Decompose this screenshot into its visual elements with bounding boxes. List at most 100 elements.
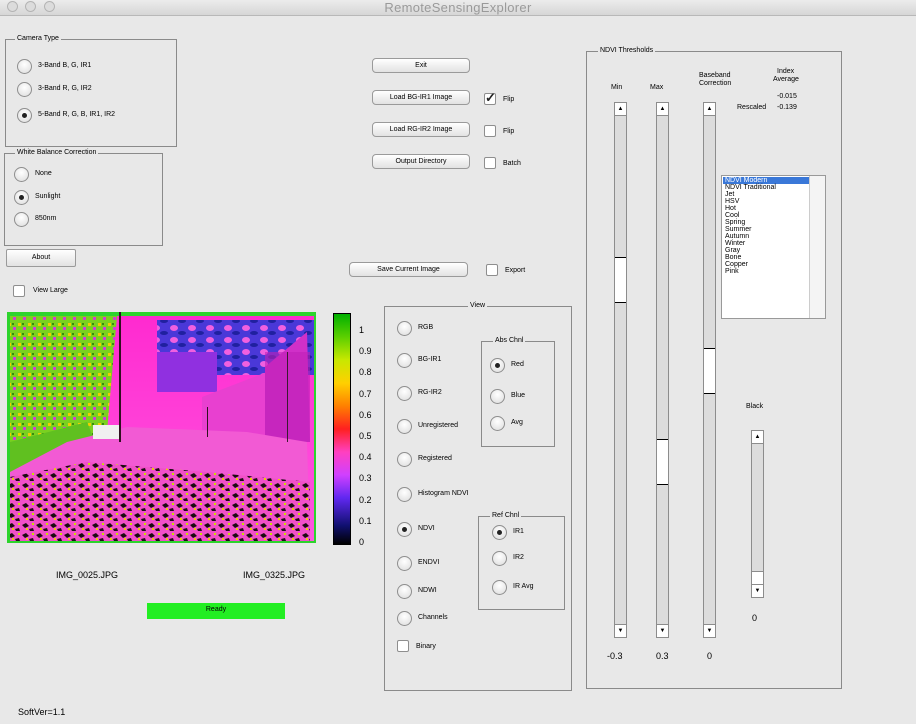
black-slider[interactable]: ▲ ▼ — [751, 430, 764, 598]
ndvi-image — [10, 312, 314, 541]
view-option-radio-7[interactable] — [397, 556, 412, 571]
rescaled-value: -0.139 — [777, 104, 797, 111]
colormap-item[interactable]: NDVI Traditional — [723, 184, 810, 191]
max-value: 0.3 — [656, 651, 669, 661]
colormap-item[interactable]: Cool — [723, 212, 810, 219]
colormap-item[interactable]: Autumn — [723, 233, 810, 240]
min-value: -0.3 — [607, 651, 623, 661]
view-option-label-8: NDWI — [418, 587, 437, 594]
about-button[interactable]: About — [6, 249, 76, 267]
white-balance-title: White Balance Correction — [15, 149, 99, 156]
right-image-filename: IMG_0325.JPG — [243, 570, 306, 580]
view-large-label: View Large — [33, 287, 68, 294]
wb-option-1-label: Sunlight — [35, 193, 61, 200]
baseband-slider-down-arrow[interactable]: ▼ — [704, 624, 715, 637]
view-option-radio-8[interactable] — [397, 584, 412, 599]
colormap-item[interactable]: NDVI Modern — [723, 177, 810, 184]
ref-chnl-title: Ref Chnl — [490, 512, 522, 519]
flip2-label: Flip — [503, 128, 515, 135]
min-slider-down-arrow[interactable]: ▼ — [615, 624, 626, 637]
baseband-slider-up-arrow[interactable]: ▲ — [704, 103, 715, 116]
colormap-item[interactable]: Winter — [723, 240, 810, 247]
colormap-item[interactable]: Bone — [723, 254, 810, 261]
view-option-label-1: BG-IR1 — [418, 356, 442, 363]
wb-option-0-radio[interactable] — [14, 167, 29, 182]
colorbar-tick-label: 0.5 — [359, 431, 372, 441]
black-slider-up-arrow[interactable]: ▲ — [752, 431, 763, 444]
view-option-radio-6[interactable] — [397, 522, 412, 537]
colormap-item[interactable]: Spring — [723, 219, 810, 226]
camera-option-1-label: 3-Band R, G, IR2 — [38, 85, 92, 92]
save-current-image-button[interactable]: Save Current Image — [349, 262, 468, 277]
export-label: Export — [505, 267, 526, 274]
ref-chnl-radio-0[interactable] — [492, 525, 507, 540]
abs-chnl-radio-2[interactable] — [490, 416, 505, 431]
camera-option-1-radio[interactable] — [17, 82, 32, 97]
software-version: SoftVer=1.1 — [18, 707, 66, 717]
load-bg-ir1-button[interactable]: Load BG-IR1 Image — [372, 90, 470, 105]
camera-option-2-radio[interactable] — [17, 108, 32, 123]
colorbar-tick-label: 0.7 — [359, 388, 372, 399]
camera-option-0-radio[interactable] — [17, 59, 32, 74]
max-label: Max — [650, 84, 664, 91]
min-slider[interactable]: ▲ ▼ — [614, 102, 627, 638]
load-rg-ir2-button[interactable]: Load RG-IR2 Image — [372, 122, 470, 137]
colormap-scrollbar[interactable] — [809, 176, 825, 318]
abs-chnl-radio-0[interactable] — [490, 358, 505, 373]
ref-chnl-label-2: IR Avg — [513, 583, 534, 590]
baseband-slider-thumb[interactable] — [704, 348, 715, 394]
colormap-item[interactable]: Jet — [723, 191, 810, 198]
colormap-item[interactable]: Hot — [723, 205, 810, 212]
view-option-label-3: Unregistered — [418, 422, 459, 429]
flip2-checkbox[interactable] — [484, 125, 496, 137]
view-option-radio-2[interactable] — [397, 386, 412, 401]
colormap-item[interactable]: Summer — [723, 226, 810, 233]
baseband-slider[interactable]: ▲ ▼ — [703, 102, 716, 638]
window-title: RemoteSensingExplorer — [384, 0, 532, 15]
max-slider-up-arrow[interactable]: ▲ — [657, 103, 668, 116]
colormap-listbox[interactable]: NDVI Modern NDVI Traditional Jet HSV Hot Cool… — [721, 175, 826, 319]
batch-label: Batch — [503, 160, 521, 167]
view-option-radio-3[interactable] — [397, 419, 412, 434]
view-option-radio-0[interactable] — [397, 321, 412, 336]
view-option-radio-9[interactable] — [397, 611, 412, 626]
batch-checkbox[interactable] — [484, 157, 496, 169]
ref-chnl-radio-2[interactable] — [492, 580, 507, 595]
min-slider-thumb[interactable] — [615, 257, 626, 303]
binary-checkbox[interactable] — [397, 640, 409, 652]
colormap-item[interactable]: Copper — [723, 261, 810, 268]
export-checkbox[interactable] — [486, 264, 498, 276]
view-option-radio-4[interactable] — [397, 452, 412, 467]
colorbar — [333, 313, 351, 545]
flip1-checkbox[interactable]: ✓ — [484, 91, 496, 105]
max-slider[interactable]: ▲ ▼ — [656, 102, 669, 638]
view-option-label-6: NDVI — [418, 525, 435, 532]
wb-option-1-radio[interactable] — [14, 190, 29, 205]
ref-chnl-radio-1[interactable] — [492, 551, 507, 566]
colormap-item[interactable]: Gray — [723, 247, 810, 254]
wb-option-2-radio[interactable] — [14, 212, 29, 227]
view-option-label-7: ENDVI — [418, 559, 440, 566]
camera-type-title: Camera Type — [15, 35, 61, 42]
wb-option-0-label: None — [35, 170, 52, 177]
view-option-radio-5[interactable] — [397, 487, 412, 502]
view-large-checkbox[interactable] — [13, 285, 25, 297]
view-option-radio-1[interactable] — [397, 353, 412, 368]
colorbar-tick-label: 0.6 — [359, 409, 372, 420]
title-bar: RemoteSensingExplorer — [0, 0, 916, 16]
max-slider-thumb[interactable] — [657, 439, 668, 485]
abs-chnl-radio-1[interactable] — [490, 389, 505, 404]
min-label: Min — [611, 84, 623, 91]
min-slider-up-arrow[interactable]: ▲ — [615, 103, 626, 116]
black-slider-thumb[interactable] — [752, 571, 763, 585]
ref-chnl-label-1: IR2 — [513, 554, 524, 561]
black-slider-down-arrow[interactable]: ▼ — [752, 584, 763, 597]
exit-button[interactable]: Exit — [372, 58, 470, 73]
colormap-item[interactable]: Pink — [723, 268, 810, 275]
colormap-item[interactable]: HSV — [723, 198, 810, 205]
index-label-2: Average — [773, 76, 799, 83]
abs-chnl-title: Abs Chnl — [493, 337, 526, 344]
ref-chnl-label-0: IR1 — [513, 528, 524, 535]
max-slider-down-arrow[interactable]: ▼ — [657, 624, 668, 637]
output-directory-button[interactable]: Output Directory — [372, 154, 470, 169]
